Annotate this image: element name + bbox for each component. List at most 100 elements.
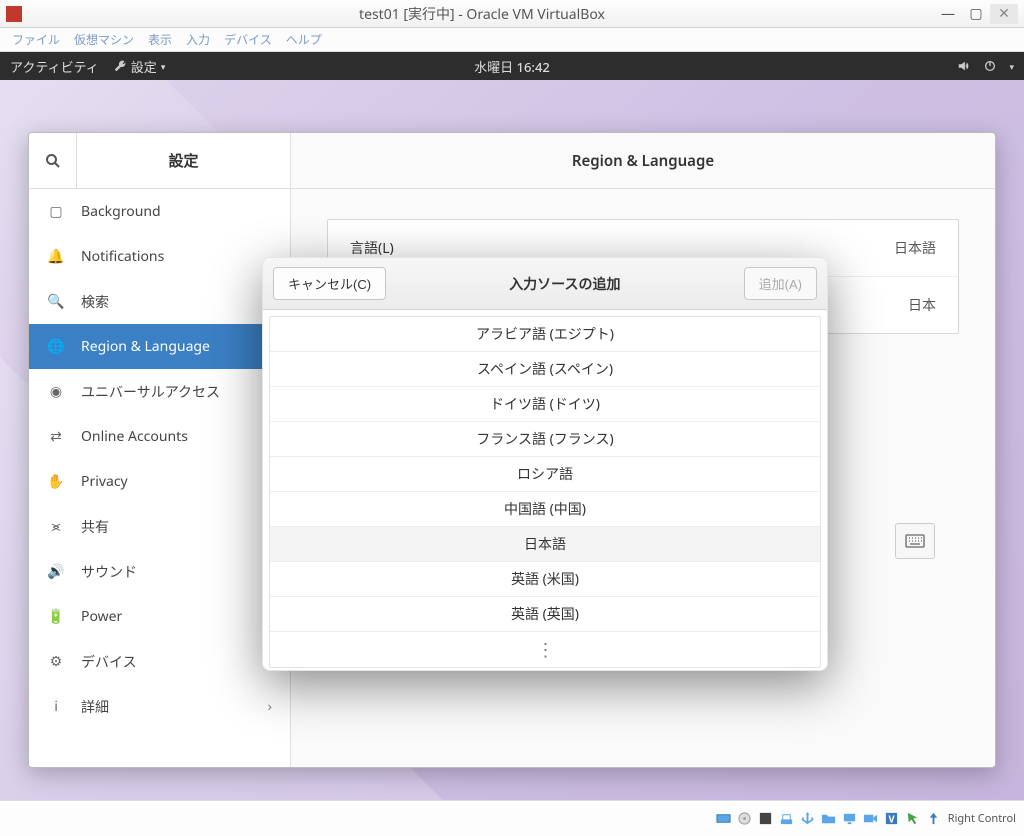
language-option[interactable]: 英語 (米国) [270, 562, 820, 597]
speaker-icon: 🔊 [47, 563, 65, 581]
activities-button[interactable]: アクティビティ [10, 57, 99, 76]
sidebar-item-label: Region & Language [81, 337, 210, 356]
info-icon: ℹ [47, 698, 65, 716]
cloud-icon: ⇄ [47, 428, 65, 446]
menu-file[interactable]: ファイル [12, 31, 60, 48]
vm-display: アクティビティ 設定 ▾ 水曜日 16:42 ▾ 設定 ▢ Background [0, 52, 1024, 800]
dialog-title: 入力ソースの追加 [386, 274, 744, 294]
language-option[interactable]: アラビア語 (エジプト) [270, 317, 820, 352]
format-value: 日本 [908, 295, 936, 315]
vbox-window-title: test01 [実行中] - Oracle VM VirtualBox [30, 4, 934, 24]
menu-view[interactable]: 表示 [148, 31, 172, 48]
wrench-icon [113, 59, 127, 73]
sidebar-item-label: 検索 [81, 292, 109, 312]
cancel-button[interactable]: キャンセル(C) [273, 267, 386, 300]
accessibility-icon: ◉ [47, 383, 65, 401]
sidebar-item-label: 共有 [81, 517, 109, 537]
language-option[interactable]: ロシア語 [270, 457, 820, 492]
sidebar-item-label: ユニバーサルアクセス [81, 382, 220, 402]
shared-folder-icon[interactable] [820, 811, 838, 827]
sidebar-item-sharing[interactable]: ⪤ 共有 [29, 504, 290, 549]
power-icon[interactable] [983, 59, 997, 73]
language-list[interactable]: アラビア語 (エジプト) スペイン語 (スペイン) ドイツ語 (ドイツ) フラン… [263, 310, 827, 670]
chevron-right-icon: › [268, 697, 272, 716]
keyboard-icon [905, 534, 925, 548]
vbox-menubar: ファイル 仮想マシン 表示 入力 デバイス ヘルプ [0, 28, 1024, 52]
usb-icon[interactable] [799, 811, 817, 827]
share-icon: ⪤ [47, 518, 65, 536]
add-button[interactable]: 追加(A) [744, 267, 817, 300]
sidebar-item-power[interactable]: 🔋 Power [29, 594, 290, 639]
sidebar-item-label: Online Accounts [81, 427, 188, 446]
optical-icon[interactable] [736, 811, 754, 827]
mouse-integration-icon[interactable] [904, 811, 922, 827]
minimize-button[interactable]: — [934, 4, 962, 24]
sidebar-item-search[interactable]: 🔍 検索 [29, 279, 290, 324]
language-option[interactable]: ドイツ語 (ドイツ) [270, 387, 820, 422]
sidebar-item-notifications[interactable]: 🔔 Notifications [29, 234, 290, 279]
sidebar-item-label: Notifications [81, 247, 164, 266]
bell-icon: 🔔 [47, 248, 65, 266]
language-option[interactable]: 中国語 (中国) [270, 492, 820, 527]
menu-machine[interactable]: 仮想マシン [74, 31, 134, 48]
sidebar-item-online-accounts[interactable]: ⇄ Online Accounts [29, 414, 290, 459]
recording-icon[interactable] [862, 811, 880, 827]
close-button[interactable]: ✕ [990, 4, 1018, 24]
app-menu[interactable]: 設定 ▾ [113, 57, 166, 76]
more-languages-button[interactable]: ⋮ [270, 632, 820, 667]
hdd-icon[interactable] [715, 811, 733, 827]
language-label: 言語(L) [350, 238, 394, 258]
search-icon: 🔍 [47, 293, 65, 311]
content-header: Region & Language [291, 133, 995, 189]
sidebar-item-label: サウンド [81, 562, 137, 582]
chevron-down-icon: ▾ [161, 60, 166, 73]
sidebar-item-label: 詳細 [81, 697, 109, 717]
floppy-icon[interactable] [757, 811, 775, 827]
sidebar-title: 設定 [77, 150, 290, 171]
menu-input[interactable]: 入力 [186, 31, 210, 48]
dialog-header: キャンセル(C) 入力ソースの追加 追加(A) [263, 258, 827, 310]
hand-icon: ✋ [47, 473, 65, 491]
display-icon: ▢ [47, 203, 65, 221]
language-option[interactable]: フランス語 (フランス) [270, 422, 820, 457]
vbox-statusbar: V Right Control [0, 800, 1024, 836]
sidebar-item-sound[interactable]: 🔊 サウンド [29, 549, 290, 594]
devices-icon: ⚙ [47, 653, 65, 671]
add-input-source-dialog: キャンセル(C) 入力ソースの追加 追加(A) アラビア語 (エジプト) スペイ… [262, 257, 828, 671]
sidebar-item-label: Privacy [81, 472, 128, 491]
language-value: 日本語 [894, 238, 936, 258]
gnome-topbar: アクティビティ 設定 ▾ 水曜日 16:42 ▾ [0, 52, 1024, 80]
menu-devices[interactable]: デバイス [224, 31, 272, 48]
search-button[interactable] [29, 133, 77, 188]
sidebar-item-privacy[interactable]: ✋ Privacy [29, 459, 290, 504]
host-key-label: Right Control [948, 811, 1016, 826]
search-icon [45, 153, 61, 169]
sidebar-item-devices[interactable]: ⚙デバイス› [29, 639, 290, 684]
keyboard-layout-button[interactable] [895, 523, 935, 559]
sidebar-item-label: Power [81, 607, 122, 626]
app-menu-label: 設定 [131, 57, 157, 76]
sidebar-item-universal-access[interactable]: ◉ ユニバーサルアクセス [29, 369, 290, 414]
host-key-icon[interactable] [925, 811, 943, 827]
maximize-button[interactable]: ▢ [962, 4, 990, 24]
sidebar-item-details[interactable]: ℹ 詳細 › [29, 684, 290, 729]
vbox-titlebar: test01 [実行中] - Oracle VM VirtualBox — ▢ … [0, 0, 1024, 28]
sidebar-item-label: デバイス [81, 652, 137, 672]
display-icon[interactable] [841, 811, 859, 827]
globe-icon: 🌐 [47, 338, 65, 356]
language-option[interactable]: スペイン語 (スペイン) [270, 352, 820, 387]
language-option[interactable]: 英語 (英国) [270, 597, 820, 632]
language-option-selected[interactable]: 日本語 [270, 527, 820, 562]
chevron-down-icon: ▾ [1009, 60, 1014, 73]
settings-sidebar: 設定 ▢ Background 🔔 Notifications 🔍 検索 🌐 Regio… [29, 133, 291, 767]
vbox-app-icon [6, 6, 22, 22]
network-icon[interactable] [778, 811, 796, 827]
svg-text:V: V [889, 812, 896, 825]
battery-icon: 🔋 [47, 608, 65, 626]
sidebar-item-label: Background [81, 202, 161, 221]
menu-help[interactable]: ヘルプ [286, 31, 322, 48]
sidebar-item-background[interactable]: ▢ Background [29, 189, 290, 234]
vboxguest-icon[interactable]: V [883, 811, 901, 827]
sidebar-item-region-language[interactable]: 🌐 Region & Language [29, 324, 290, 369]
volume-icon[interactable] [957, 59, 971, 73]
